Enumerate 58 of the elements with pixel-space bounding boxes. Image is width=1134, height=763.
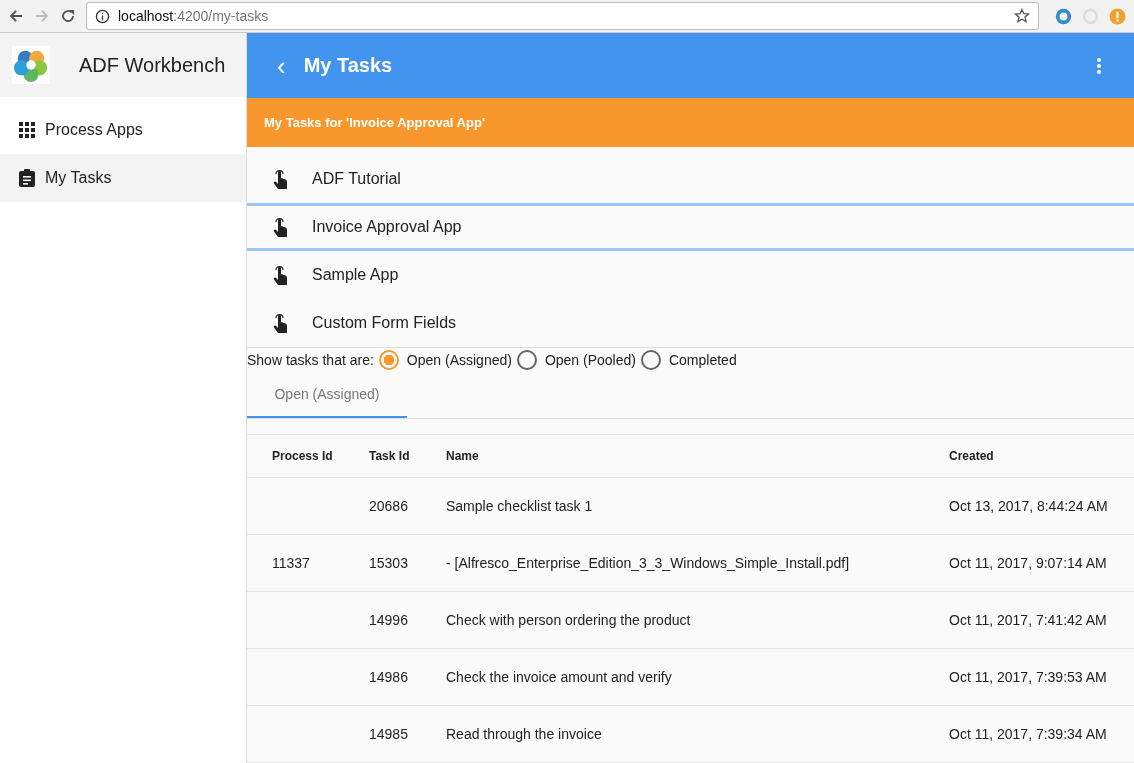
table-cell-text: 14996 — [369, 612, 409, 628]
radio-option[interactable]: Completed — [640, 350, 737, 370]
table-row[interactable]: 20686 Sample checklist task 1 Oct 13, 2017, 8:44:24 AM — [247, 478, 1134, 535]
table-row[interactable]: 11337 15303 - [Alfresco_Enterprise_Edition_3_3_Windows_Simple_Install.pdf] Oct 11, 2017, 9:07:14 AM — [247, 535, 1134, 592]
table-row[interactable]: 14985 Read through the invoice Oct 11, 2017, 7:39:34 AM — [247, 706, 1134, 763]
table-cell-text: Check the invoice amount and verify — [446, 669, 673, 685]
star-icon[interactable] — [1014, 8, 1030, 24]
table-cell-text: 20686 — [369, 498, 409, 514]
app-list-item[interactable]: ADF Tutorial — [247, 155, 1134, 203]
touch-hand-icon — [273, 265, 287, 285]
address-bar[interactable]: localhost:4200/my-tasks — [86, 2, 1039, 30]
table-cell-text: Sample checklist task 1 — [446, 498, 594, 514]
sidebar-item[interactable]: Process Apps — [0, 106, 246, 154]
more-menu-icon[interactable] — [1096, 56, 1102, 75]
column-header: Created — [949, 449, 995, 463]
table-cell-text: Check with person ordering the product — [446, 612, 692, 628]
table-cell-text: Oct 11, 2017, 7:39:34 AM — [949, 726, 1108, 742]
filter-label: Show tasks that are: — [247, 352, 374, 368]
info-icon — [95, 8, 110, 24]
sidebar-item[interactable]: My Tasks — [0, 154, 246, 202]
table-cell-text: Oct 13, 2017, 8:44:24 AM — [949, 498, 1109, 514]
tab[interactable]: Open (Assigned) — [247, 372, 407, 418]
banner: My Tasks for 'Invoice Approval App' — [247, 98, 1134, 147]
flower-logo-icon — [12, 46, 50, 84]
radio-button[interactable] — [640, 350, 661, 370]
reload-icon[interactable] — [60, 8, 76, 24]
forward-arrow-icon[interactable] — [34, 8, 50, 24]
table-cell-text: Oct 11, 2017, 7:41:42 AM — [949, 612, 1108, 628]
table-cell-text: 14986 — [369, 669, 409, 685]
table-row[interactable]: 14986 Check the invoice amount and verify Oct 11, 2017, 7:39:53 AM — [247, 649, 1134, 706]
radio-option[interactable]: Open (Pooled) — [516, 350, 636, 370]
touch-hand-icon — [273, 169, 287, 189]
ring-icon[interactable] — [1055, 7, 1072, 25]
table-cell-text: 14985 — [369, 726, 409, 742]
table-row[interactable]: 14996 Check with person ordering the product Oct 11, 2017, 7:41:42 AM — [247, 592, 1134, 649]
page-title: My Tasks — [303, 54, 393, 77]
touch-hand-icon — [273, 217, 287, 237]
back-arrow-icon[interactable] — [8, 8, 24, 24]
table-cell-text: Oct 11, 2017, 7:39:53 AM — [949, 669, 1108, 685]
column-header: Name — [446, 449, 480, 463]
column-header: Process Id — [272, 449, 334, 463]
table-cell-text: 15303 — [369, 555, 409, 571]
radio-button[interactable] — [378, 350, 399, 370]
radio-button[interactable] — [516, 350, 537, 370]
grid-icon — [19, 122, 35, 138]
table-cell-text: Oct 11, 2017, 9:07:14 AM — [949, 555, 1108, 571]
warning-icon[interactable] — [1109, 7, 1126, 25]
table-cell-text: 11337 — [272, 555, 311, 571]
touch-hand-icon — [273, 313, 287, 333]
table-cell-text: - [Alfresco_Enterprise_Edition_3_3_Windows_Simple_Install.pdf] — [446, 555, 851, 571]
radio-option[interactable]: Open (Assigned) — [378, 350, 512, 370]
app-list-item[interactable]: Sample App — [247, 251, 1134, 299]
app-list-item[interactable]: Invoice Approval App — [247, 203, 1134, 251]
app-list-item[interactable]: Custom Form Fields — [247, 299, 1134, 347]
clipboard-icon — [19, 169, 35, 187]
column-header: Task Id — [369, 449, 411, 463]
table-cell-text: Read through the invoice — [446, 726, 603, 742]
app-title: ADF Workbench — [79, 53, 226, 77]
